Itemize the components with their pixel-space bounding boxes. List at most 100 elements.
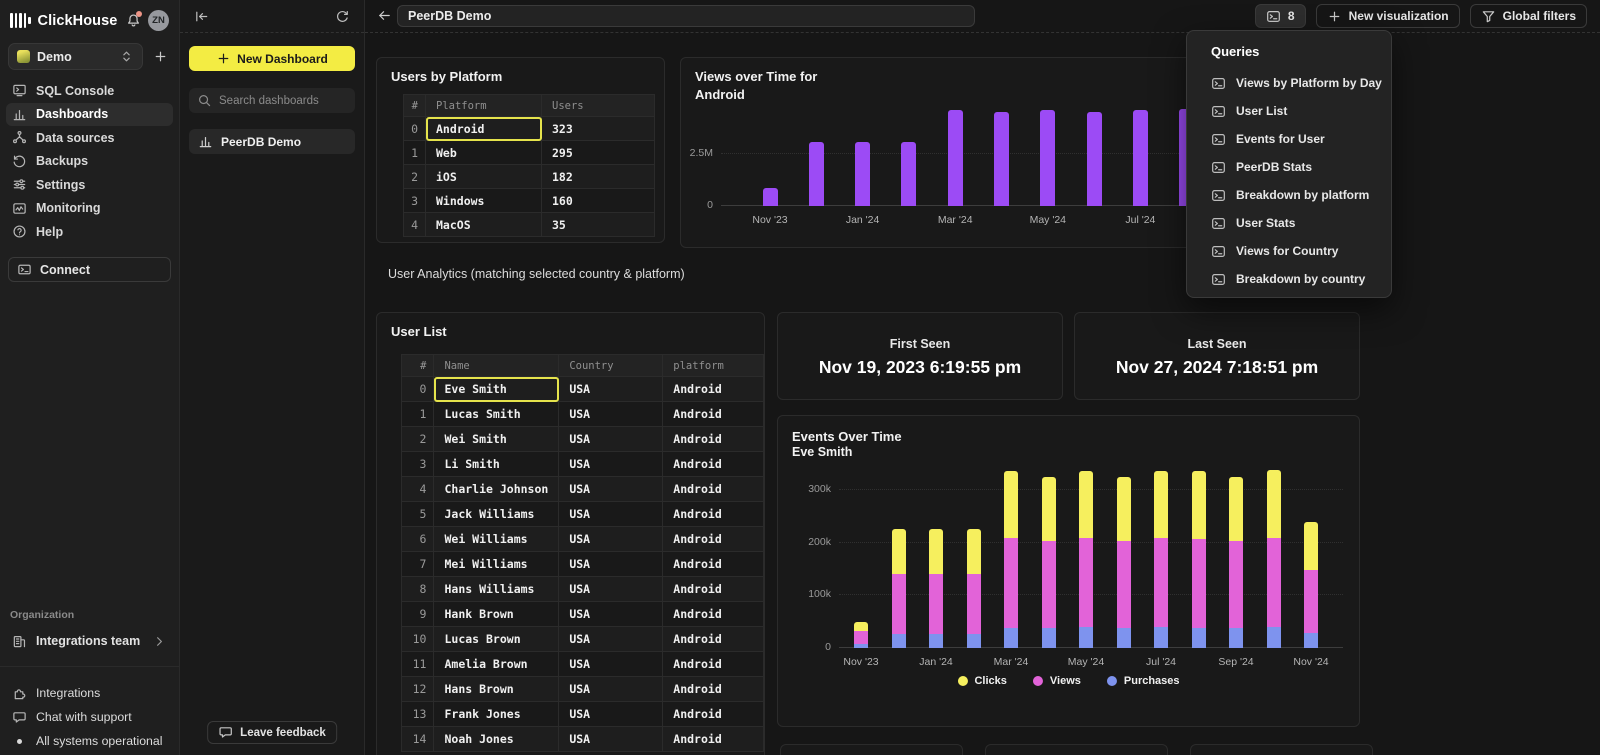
query-item-user-stats[interactable]: User Stats: [1187, 209, 1391, 237]
workspace-icon: [17, 50, 30, 63]
bar-nov-23: [763, 188, 778, 206]
global-filters-button[interactable]: Global filters: [1470, 4, 1587, 28]
table-row[interactable]: 4MacOS35: [404, 213, 655, 237]
table-row[interactable]: 14Noah JonesUSAAndroid: [402, 727, 764, 752]
table-cell: USA: [559, 652, 663, 677]
search-input[interactable]: [219, 95, 373, 107]
back-button[interactable]: [377, 8, 392, 23]
chart-subtitle: Eve Smith: [792, 445, 852, 459]
table-row[interactable]: 0Eve SmithUSAAndroid: [402, 377, 764, 402]
query-item-views-by-platform-by-day[interactable]: Views by Platform by Day: [1187, 69, 1391, 97]
refresh-button[interactable]: [335, 9, 350, 24]
query-item-peerdb-stats[interactable]: PeerDB Stats: [1187, 153, 1391, 181]
legend-label: Views: [1050, 675, 1081, 687]
stat-label: Last Seen: [1075, 337, 1359, 351]
sidebar-item-help[interactable]: Help: [6, 220, 173, 244]
y-axis-label: 300k: [793, 483, 831, 495]
sidebar-item-dashboards[interactable]: Dashboards: [6, 103, 173, 127]
bar-segment-views: [1267, 538, 1281, 627]
table-cell[interactable]: Android: [426, 117, 542, 141]
table-cell: Hans Williams: [434, 577, 559, 602]
chat-icon: [12, 710, 27, 725]
sidebar-item-integrations-team[interactable]: Integrations team: [6, 629, 173, 653]
funnel-icon: [1481, 9, 1496, 24]
dashboard-title-input[interactable]: [397, 5, 975, 27]
table-row[interactable]: 11Amelia BrownUSAAndroid: [402, 652, 764, 677]
table-row[interactable]: 9Hank BrownUSAAndroid: [402, 602, 764, 627]
new-dashboard-button[interactable]: New Dashboard: [189, 46, 355, 71]
dashboard-list-item[interactable]: PeerDB Demo: [189, 129, 355, 154]
brand-row: ClickHouse ZN: [0, 0, 179, 32]
table-row[interactable]: 3Windows160: [404, 189, 655, 213]
query-item-views-for-country[interactable]: Views for Country: [1187, 237, 1391, 265]
table-row[interactable]: 6Wei WilliamsUSAAndroid: [402, 527, 764, 552]
sidebar-item-all-systems-operational[interactable]: All systems operational: [6, 729, 173, 753]
add-service-button[interactable]: [149, 49, 171, 64]
query-item-events-for-user[interactable]: Events for User: [1187, 125, 1391, 153]
bar-segment-views: [1079, 538, 1093, 627]
table-row[interactable]: 4Charlie JohnsonUSAAndroid: [402, 477, 764, 502]
table-cell: MacOS: [426, 213, 542, 237]
sidebar-item-data-sources[interactable]: Data sources: [6, 126, 173, 150]
leave-feedback-button[interactable]: Leave feedback: [207, 721, 337, 744]
sidebar-item-settings[interactable]: Settings: [6, 173, 173, 197]
table-row[interactable]: 2Wei SmithUSAAndroid: [402, 427, 764, 452]
bar-segment-views: [892, 574, 906, 633]
y-axis-label: 0: [793, 641, 831, 653]
app-root: ClickHouse ZN Demo SQL ConsoleDashboards…: [0, 0, 1600, 755]
bar-segment-purchases: [929, 634, 943, 648]
column-header: Platform: [426, 95, 542, 117]
table-row[interactable]: 7Mei WilliamsUSAAndroid: [402, 552, 764, 577]
table-row[interactable]: 3Li SmithUSAAndroid: [402, 452, 764, 477]
table-cell: Android: [663, 627, 764, 652]
workspace-select[interactable]: Demo: [8, 43, 143, 70]
bar-segment-purchases: [1154, 627, 1168, 648]
stacked-bar-apr-24: [1042, 477, 1056, 648]
sidebar-item-integrations[interactable]: Integrations: [6, 681, 173, 705]
bar-segment-purchases: [967, 634, 981, 648]
sidebar-item-monitoring[interactable]: Monitoring: [6, 197, 173, 221]
query-item-breakdown-by-platform[interactable]: Breakdown by platform: [1187, 181, 1391, 209]
user-avatar[interactable]: ZN: [148, 10, 169, 31]
collapse-sidebar-button[interactable]: [194, 9, 209, 24]
table-row[interactable]: 8Hans WilliamsUSAAndroid: [402, 577, 764, 602]
table-cell: 160: [542, 189, 655, 213]
query-item-user-list[interactable]: User List: [1187, 97, 1391, 125]
table-row[interactable]: 5Jack WilliamsUSAAndroid: [402, 502, 764, 527]
bar-jul-24: [1133, 110, 1148, 206]
table-cell: Android: [663, 527, 764, 552]
footer-item-label: Chat with support: [36, 710, 132, 724]
table-row[interactable]: 12Hans BrownUSAAndroid: [402, 677, 764, 702]
section-note: User Analytics (matching selected countr…: [388, 267, 685, 281]
sidebar-item-sql-console[interactable]: SQL Console: [6, 79, 173, 103]
connect-button[interactable]: Connect: [8, 257, 171, 282]
notifications-button[interactable]: [126, 13, 141, 28]
x-axis-label: Sep '24: [1218, 656, 1253, 668]
plus-icon: [216, 51, 231, 66]
table-cell: Frank Jones: [434, 702, 559, 727]
table-cell[interactable]: Eve Smith: [434, 377, 559, 402]
stacked-bar-nov-24: [1304, 522, 1318, 648]
query-item-label: Events for User: [1236, 132, 1325, 146]
partial-panel: [1190, 744, 1373, 755]
column-header: platform: [663, 355, 764, 377]
table-row[interactable]: 0Android323: [404, 117, 655, 141]
new-visualization-button[interactable]: New visualization: [1316, 4, 1460, 28]
bar-apr-24: [994, 112, 1009, 206]
terminal-icon: [1211, 188, 1226, 203]
table-row[interactable]: 10Lucas BrownUSAAndroid: [402, 627, 764, 652]
sidebar-item-backups[interactable]: Backups: [6, 150, 173, 174]
table-row[interactable]: 2iOS182: [404, 165, 655, 189]
table-row[interactable]: 1Lucas SmithUSAAndroid: [402, 402, 764, 427]
table-cell: USA: [559, 602, 663, 627]
query-item-breakdown-by-country[interactable]: Breakdown by country: [1187, 265, 1391, 293]
first-seen-panel: First Seen Nov 19, 2023 6:19:55 pm: [777, 312, 1063, 400]
queries-count-button[interactable]: 8: [1255, 4, 1306, 28]
sidebar-item-chat-with-support[interactable]: Chat with support: [6, 705, 173, 729]
table-row[interactable]: 1Web295: [404, 141, 655, 165]
legend-item-clicks: Clicks: [957, 675, 1006, 687]
table-row[interactable]: 13Frank JonesUSAAndroid: [402, 702, 764, 727]
main-area: 8 New visualization Global filters Users…: [365, 0, 1600, 755]
bar-segment-views: [854, 631, 868, 644]
stacked-bar-jul-24: [1154, 471, 1168, 648]
